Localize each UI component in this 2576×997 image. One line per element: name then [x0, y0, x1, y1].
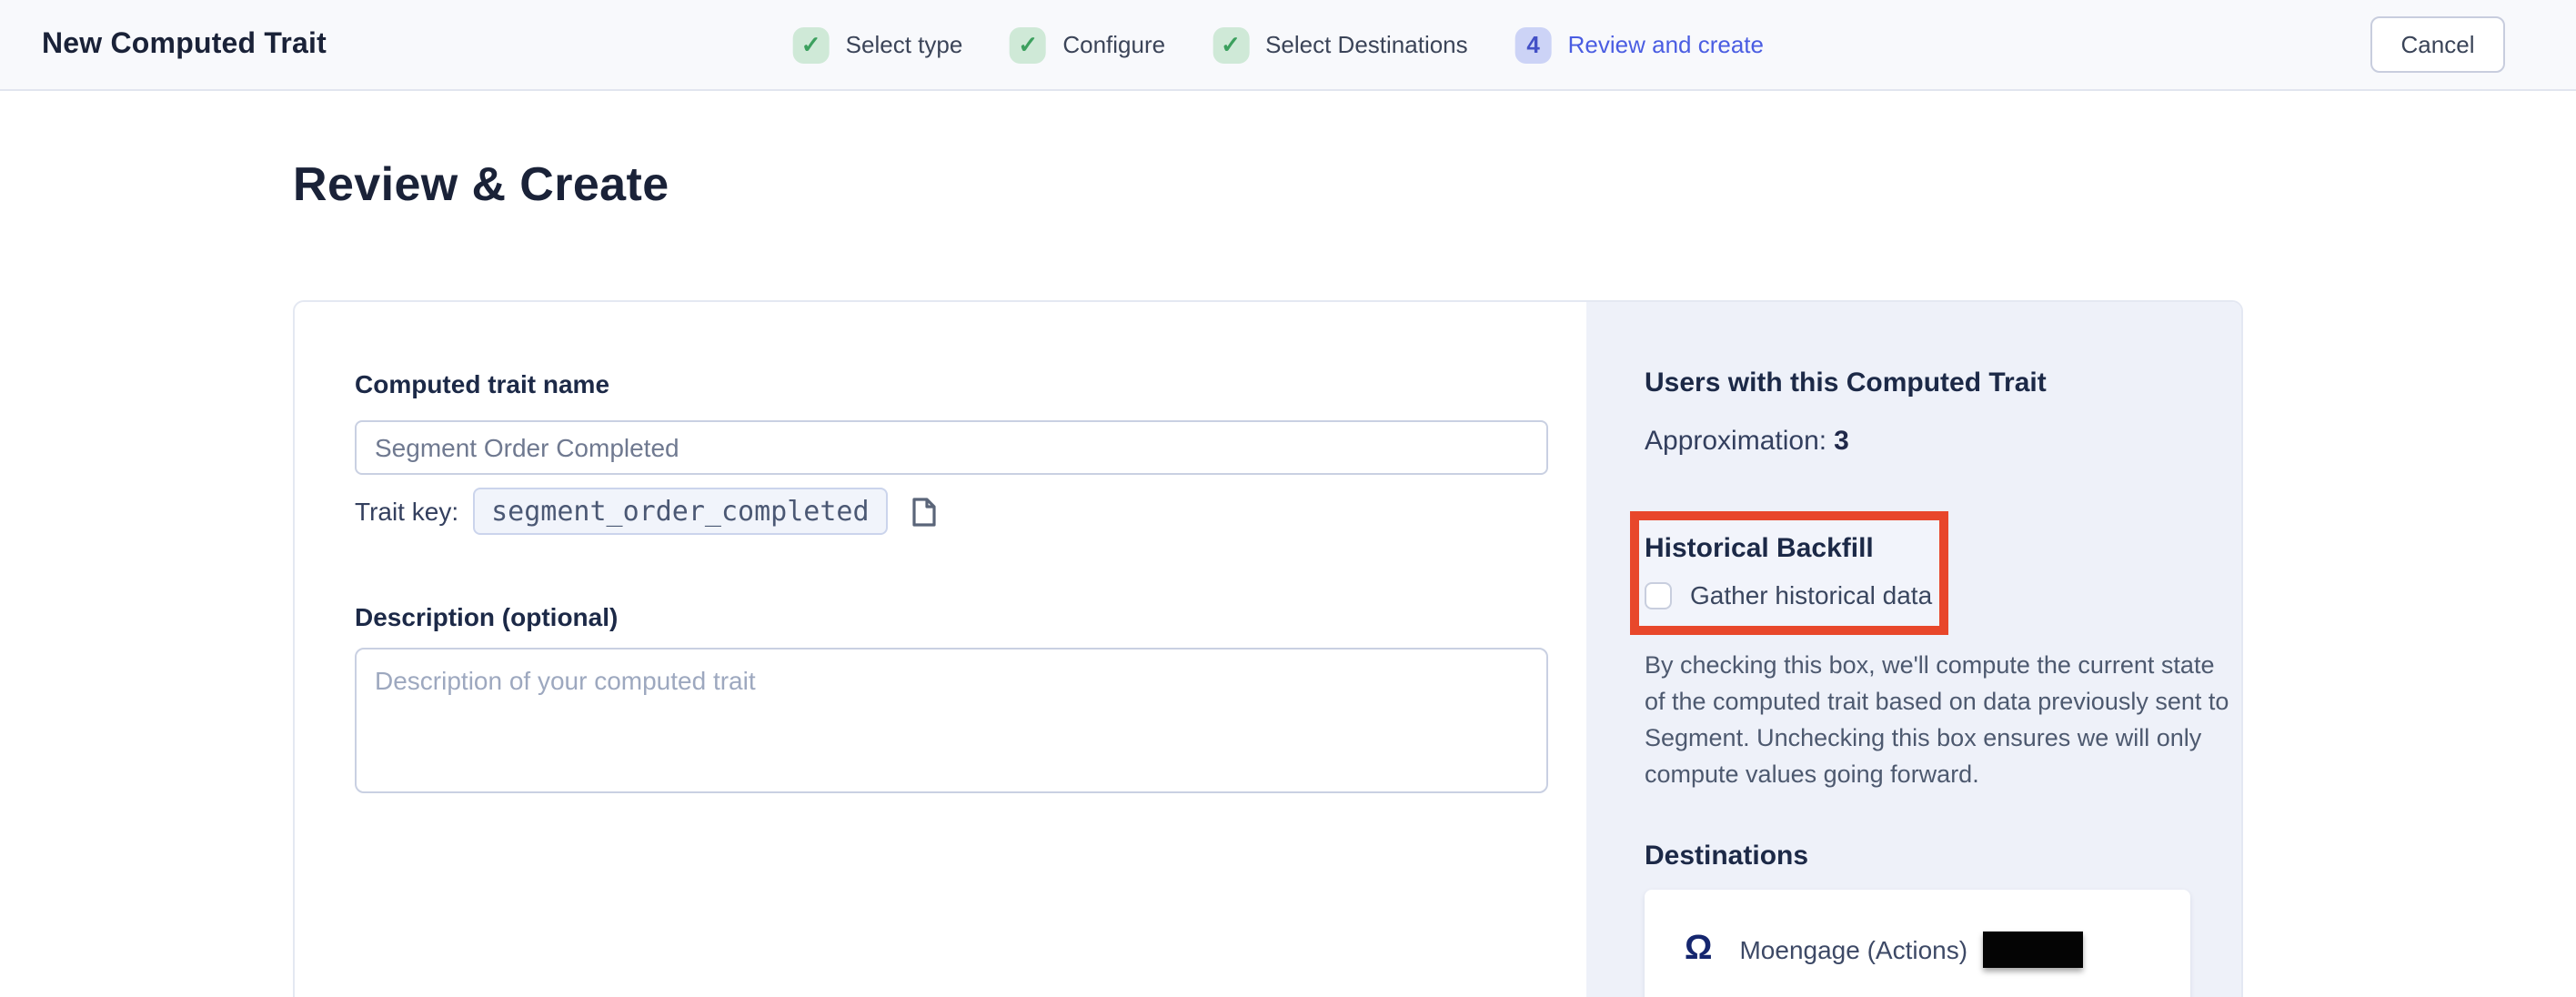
computed-trait-name-label: Computed trait name	[355, 369, 1586, 398]
step-label: Configure	[1062, 31, 1165, 58]
gather-historical-data-row: Gather historical data	[1645, 580, 1939, 609]
destinations-heading: Destinations	[1645, 841, 2241, 871]
trait-form-section: Computed trait name Trait key: segment_o…	[295, 302, 1586, 997]
historical-backfill-heading: Historical Backfill	[1645, 533, 1939, 564]
redacted-text-block	[1982, 931, 2082, 967]
trait-key-row: Trait key: segment_order_completed	[355, 488, 1586, 535]
wizard-stepper: ✓ Select type ✓ Configure ✓ Select Desti…	[793, 0, 1764, 89]
description-label: Description (optional)	[355, 602, 1586, 631]
backfill-description: By checking this box, we'll compute the …	[1645, 648, 2234, 793]
step-done-check-icon: ✓	[793, 26, 830, 63]
approximation-value: 3	[1834, 426, 1849, 457]
step-label: Review and create	[1568, 31, 1764, 58]
copy-icon[interactable]	[911, 496, 937, 527]
step-configure[interactable]: ✓ Configure	[1010, 26, 1165, 63]
destination-item-moengage[interactable]: Ω Moengage (Actions)	[1645, 890, 2190, 997]
approximation-label: Approximation:	[1645, 426, 1826, 457]
computed-trait-name-input[interactable]	[355, 420, 1548, 475]
step-done-check-icon: ✓	[1010, 26, 1046, 63]
page-title: Review & Create	[293, 156, 669, 213]
destination-name: Moengage (Actions)	[1739, 934, 1967, 963]
trait-key-label: Trait key:	[355, 497, 458, 526]
step-done-check-icon: ✓	[1213, 26, 1249, 63]
gather-historical-data-checkbox[interactable]	[1645, 581, 1672, 609]
users-heading: Users with this Computed Trait	[1645, 368, 2241, 398]
approximation-row: Approximation: 3	[1645, 426, 2241, 457]
step-number-badge: 4	[1515, 26, 1552, 63]
step-select-type[interactable]: ✓ Select type	[793, 26, 963, 63]
summary-sidebar: Users with this Computed Trait Approxima…	[1586, 302, 2241, 997]
cancel-button[interactable]: Cancel	[2370, 16, 2505, 73]
trait-key-value-chip: segment_order_completed	[473, 488, 887, 535]
gather-historical-data-label: Gather historical data	[1690, 580, 1932, 609]
wizard-title: New Computed Trait	[42, 0, 327, 89]
step-review-and-create[interactable]: 4 Review and create	[1515, 26, 1764, 63]
review-panel: Computed trait name Trait key: segment_o…	[293, 300, 2243, 997]
wizard-header: New Computed Trait ✓ Select type ✓ Confi…	[0, 0, 2576, 91]
description-textarea[interactable]	[355, 648, 1548, 793]
step-label: Select type	[846, 31, 963, 58]
historical-backfill-annotation: Historical Backfill Gather historical da…	[1630, 511, 1948, 635]
step-label: Select Destinations	[1265, 31, 1468, 58]
app-window: New Computed Trait ✓ Select type ✓ Confi…	[0, 0, 2576, 997]
moengage-logo-icon: Ω	[1685, 932, 1712, 966]
step-select-destinations[interactable]: ✓ Select Destinations	[1213, 26, 1468, 63]
